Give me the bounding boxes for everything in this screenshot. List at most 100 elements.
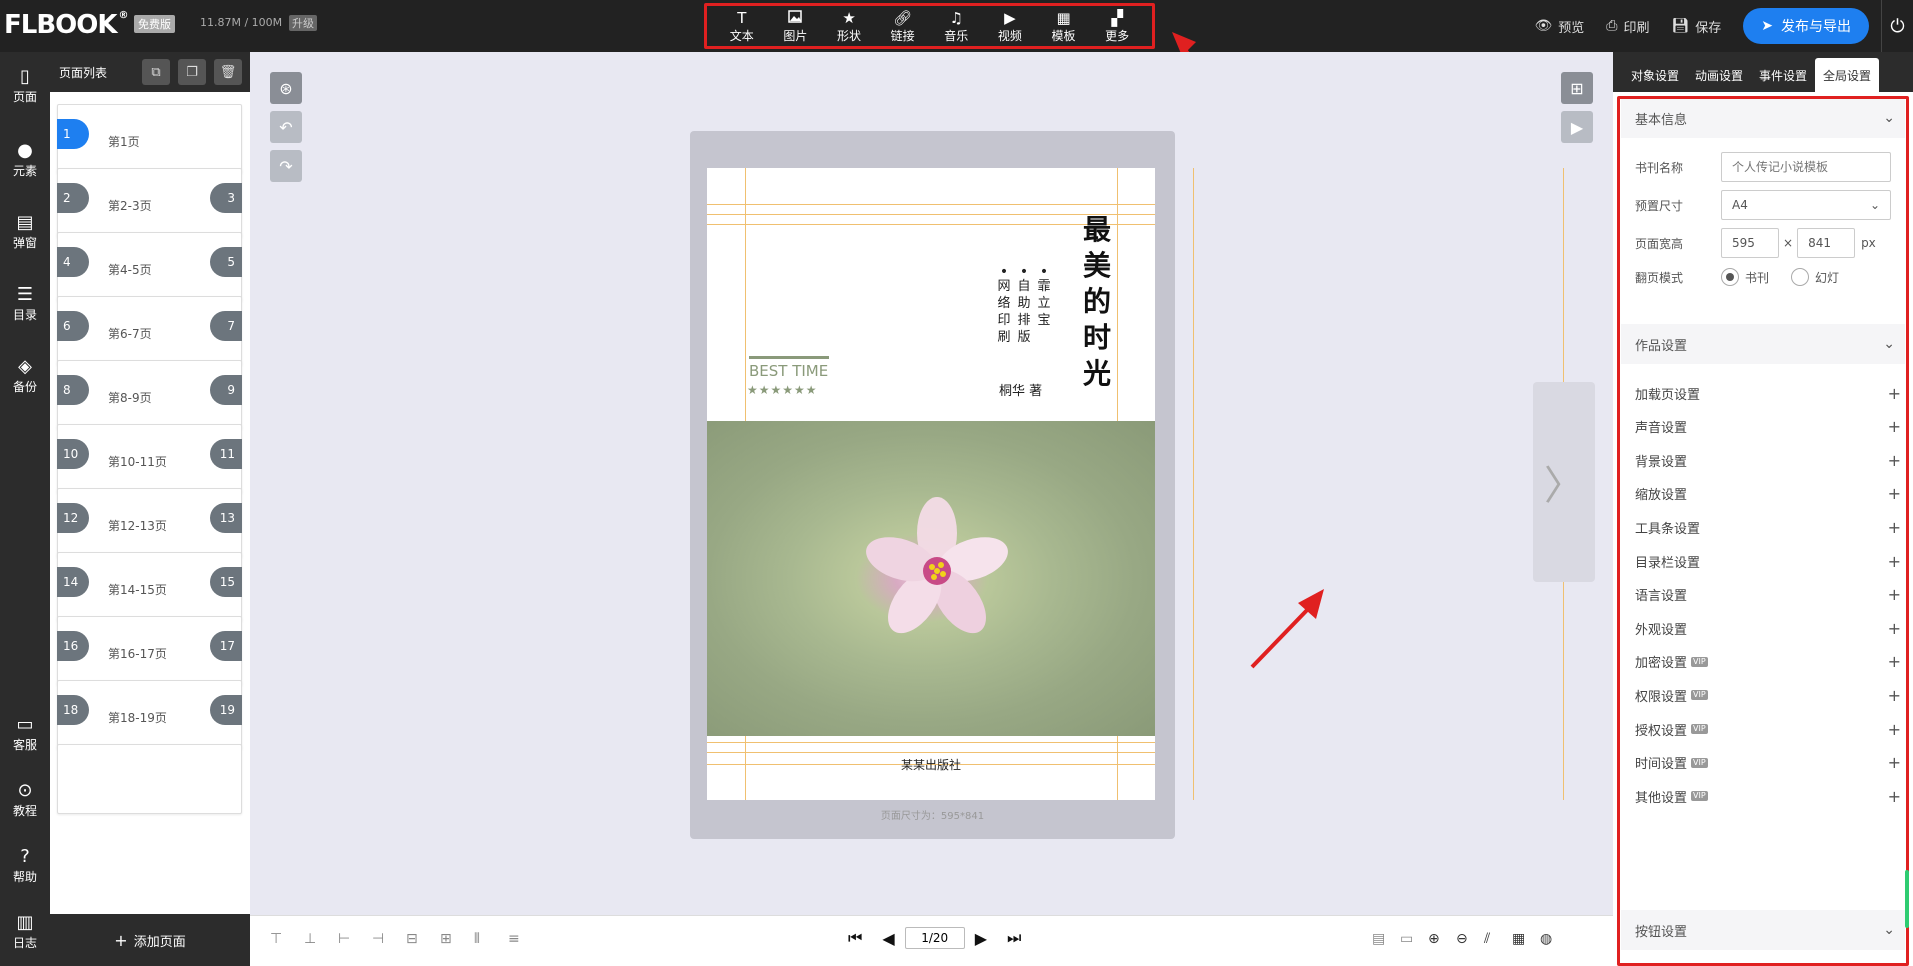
setting-row[interactable]: 时间设置 VIP + (1635, 748, 1901, 778)
distribute-v-icon[interactable]: ≡ (508, 931, 520, 947)
page-list-item[interactable]: 8 9 第8-9页 (57, 360, 242, 430)
cover-author[interactable]: 桐华 著 (999, 380, 1042, 399)
settings-wheel-icon[interactable]: ◍ (1540, 931, 1552, 947)
duplicate-page-icon[interactable]: ❐ (178, 59, 206, 85)
best-time-text[interactable]: BEST TIME (749, 362, 828, 380)
page-list-item[interactable]: 16 17 第16-17页 (57, 616, 242, 686)
align-center-icon[interactable]: ⊞ (440, 931, 452, 947)
publisher-text[interactable]: 某某出版社 (707, 756, 1155, 773)
tool-image[interactable]: 图片 (783, 9, 807, 44)
page-list-item[interactable]: 12 13 第12-13页 (57, 488, 242, 558)
page-height-input[interactable]: 841 (1797, 228, 1856, 258)
setting-row[interactable]: 背景设置 + (1635, 445, 1901, 475)
align-left-icon[interactable]: ⊢ (338, 931, 350, 947)
align-right-icon[interactable]: ⊣ (372, 931, 384, 947)
cover-title[interactable]: 最美的时光 (1077, 212, 1117, 392)
setting-row[interactable]: 加密设置 VIP + (1635, 647, 1901, 677)
setting-row[interactable]: 其他设置 VIP + (1635, 781, 1901, 811)
undo-icon[interactable]: ↶ (270, 111, 302, 143)
preset-size-select[interactable]: A4 ⌄ (1721, 190, 1891, 220)
book-name-row: 书刊名称 (1635, 152, 1891, 182)
guides-icon[interactable]: ⫽ (1484, 931, 1490, 947)
add-page-icon[interactable]: ⊞ (1561, 72, 1593, 104)
last-page-icon[interactable]: ⏭ (1007, 928, 1021, 948)
page-list-item[interactable]: 10 11 第10-11页 (57, 424, 242, 494)
section-button-settings[interactable]: 按钮设置 ⌄ (1621, 910, 1905, 950)
tool-video[interactable]: ▶ 视频 (998, 9, 1022, 44)
rail-item-log[interactable]: ▥ 日志 (0, 912, 50, 951)
tool-text[interactable]: T 文本 (730, 9, 754, 44)
cover-subtitle[interactable]: • 霏立宝 • 自助排版 • 网络印刷 (997, 265, 1051, 346)
power-icon[interactable]: ⏻ (1881, 0, 1913, 52)
setting-row[interactable]: 缩放设置 + (1635, 479, 1901, 509)
page-list-item[interactable] (57, 744, 242, 814)
tab-animation-settings[interactable]: 动画设置 (1687, 58, 1751, 92)
rail-item-help[interactable]: ? 帮助 (0, 846, 50, 885)
copy-page-icon[interactable]: ⧉ (142, 59, 170, 85)
rail-item-elements[interactable]: ● 元素 (0, 140, 50, 179)
tab-global-settings[interactable]: 全局设置 (1815, 58, 1880, 92)
page-list-item[interactable]: 1 第1页 (57, 104, 242, 174)
save-button[interactable]: 💾︎ 保存 (1671, 17, 1721, 36)
prev-page-icon[interactable]: ◀ (882, 929, 894, 948)
rail-item-popup[interactable]: ▤ 弹窗 (0, 212, 50, 251)
setting-row[interactable]: 权限设置 VIP + (1635, 680, 1901, 710)
upgrade-button[interactable]: 升级 (289, 15, 317, 31)
align-middle-icon[interactable]: ⊟ (406, 931, 418, 947)
auto-layout-icon[interactable]: ⊛ (270, 72, 302, 104)
single-page-icon[interactable]: ▤ (1372, 931, 1385, 947)
setting-row[interactable]: 工具条设置 + (1635, 512, 1901, 542)
tool-more[interactable]: ▞ 更多 (1105, 9, 1129, 44)
print-button[interactable]: ⎙ 印刷 (1606, 17, 1649, 36)
page-list-item[interactable]: 6 7 第6-7页 (57, 296, 242, 366)
setting-row[interactable]: 外观设置 + (1635, 613, 1901, 643)
tab-object-settings[interactable]: 对象设置 (1623, 58, 1687, 92)
align-top-icon[interactable]: ⊤ (270, 931, 282, 947)
page-list-item[interactable]: 4 5 第4-5页 (57, 232, 242, 302)
publish-export-button[interactable]: ➤ 发布与导出 (1743, 8, 1869, 44)
tab-event-settings[interactable]: 事件设置 (1751, 58, 1815, 92)
page-list-item[interactable]: 2 3 第2-3页 (57, 168, 242, 238)
tool-template[interactable]: ▦ 模板 (1052, 9, 1076, 44)
play-preview-icon[interactable]: ▶ (1561, 111, 1593, 143)
page-width-input[interactable]: 595 (1721, 228, 1779, 258)
first-page-icon[interactable]: ⏮ (848, 928, 862, 948)
setting-row[interactable]: 声音设置 + (1635, 412, 1901, 442)
radio-book[interactable] (1721, 268, 1739, 286)
rail-item-tutorial[interactable]: ⊙ 教程 (0, 780, 50, 819)
tool-shape[interactable]: ★ 形状 (837, 9, 861, 44)
setting-row[interactable]: 授权设置 VIP + (1635, 714, 1901, 744)
redo-icon[interactable]: ↷ (270, 150, 302, 182)
section-basic-info[interactable]: 基本信息 ⌄ (1621, 98, 1905, 138)
preview-button[interactable]: 👁︎ 预览 (1534, 17, 1584, 36)
align-bottom-icon[interactable]: ⊥ (304, 931, 316, 947)
cover-page[interactable]: 最美的时光 • 霏立宝 • 自助排版 • 网络印刷 桐华 著 BEST TIME ★★… (707, 168, 1155, 800)
double-page-icon[interactable]: ▭ (1400, 931, 1413, 947)
rail-item-page[interactable]: ▯ 页面 (0, 66, 50, 105)
panel-scrollbar[interactable] (1905, 870, 1909, 928)
grid-icon[interactable]: ▦ (1512, 931, 1525, 947)
tool-link[interactable]: 🔗︎ 链接 (891, 9, 915, 44)
radio-slide[interactable] (1791, 268, 1810, 286)
next-page-icon[interactable]: ▶ (975, 929, 987, 948)
delete-page-icon[interactable]: 🗑︎ (214, 59, 242, 85)
zoom-out-icon[interactable]: ⊖ (1456, 931, 1468, 947)
page-number-input[interactable] (904, 927, 965, 949)
page-list-item[interactable]: 18 19 第18-19页 (57, 680, 242, 750)
section-work-settings[interactable]: 作品设置 ⌄ (1621, 324, 1905, 364)
setting-row[interactable]: 目录栏设置 + (1635, 546, 1901, 576)
rail-item-toc[interactable]: ☰ 目录 (0, 284, 50, 323)
setting-row[interactable]: 加载页设置 + (1635, 378, 1901, 408)
setting-row[interactable]: 语言设置 + (1635, 580, 1901, 610)
add-page-button[interactable]: + 添加页面 (50, 914, 250, 966)
zoom-in-icon[interactable]: ⊕ (1428, 931, 1440, 947)
tool-music[interactable]: ♫ 音乐 (944, 9, 968, 44)
cover-image[interactable] (707, 421, 1155, 736)
book-name-input[interactable] (1721, 152, 1891, 182)
rail-item-backup[interactable]: ◈ 备份 (0, 356, 50, 395)
distribute-h-icon[interactable]: ⫴ (474, 931, 480, 947)
editor-canvas[interactable]: ⊛ ↶ ↷ ⊞ ▶ 最美的时光 • 霏立宝 • 自助排版 • 网络印刷 桐华 著… (250, 52, 1613, 915)
next-page-button[interactable]: 〉 (1533, 382, 1595, 582)
page-list-item[interactable]: 14 15 第14-15页 (57, 552, 242, 622)
rail-item-support[interactable]: ▭ 客服 (0, 714, 50, 753)
